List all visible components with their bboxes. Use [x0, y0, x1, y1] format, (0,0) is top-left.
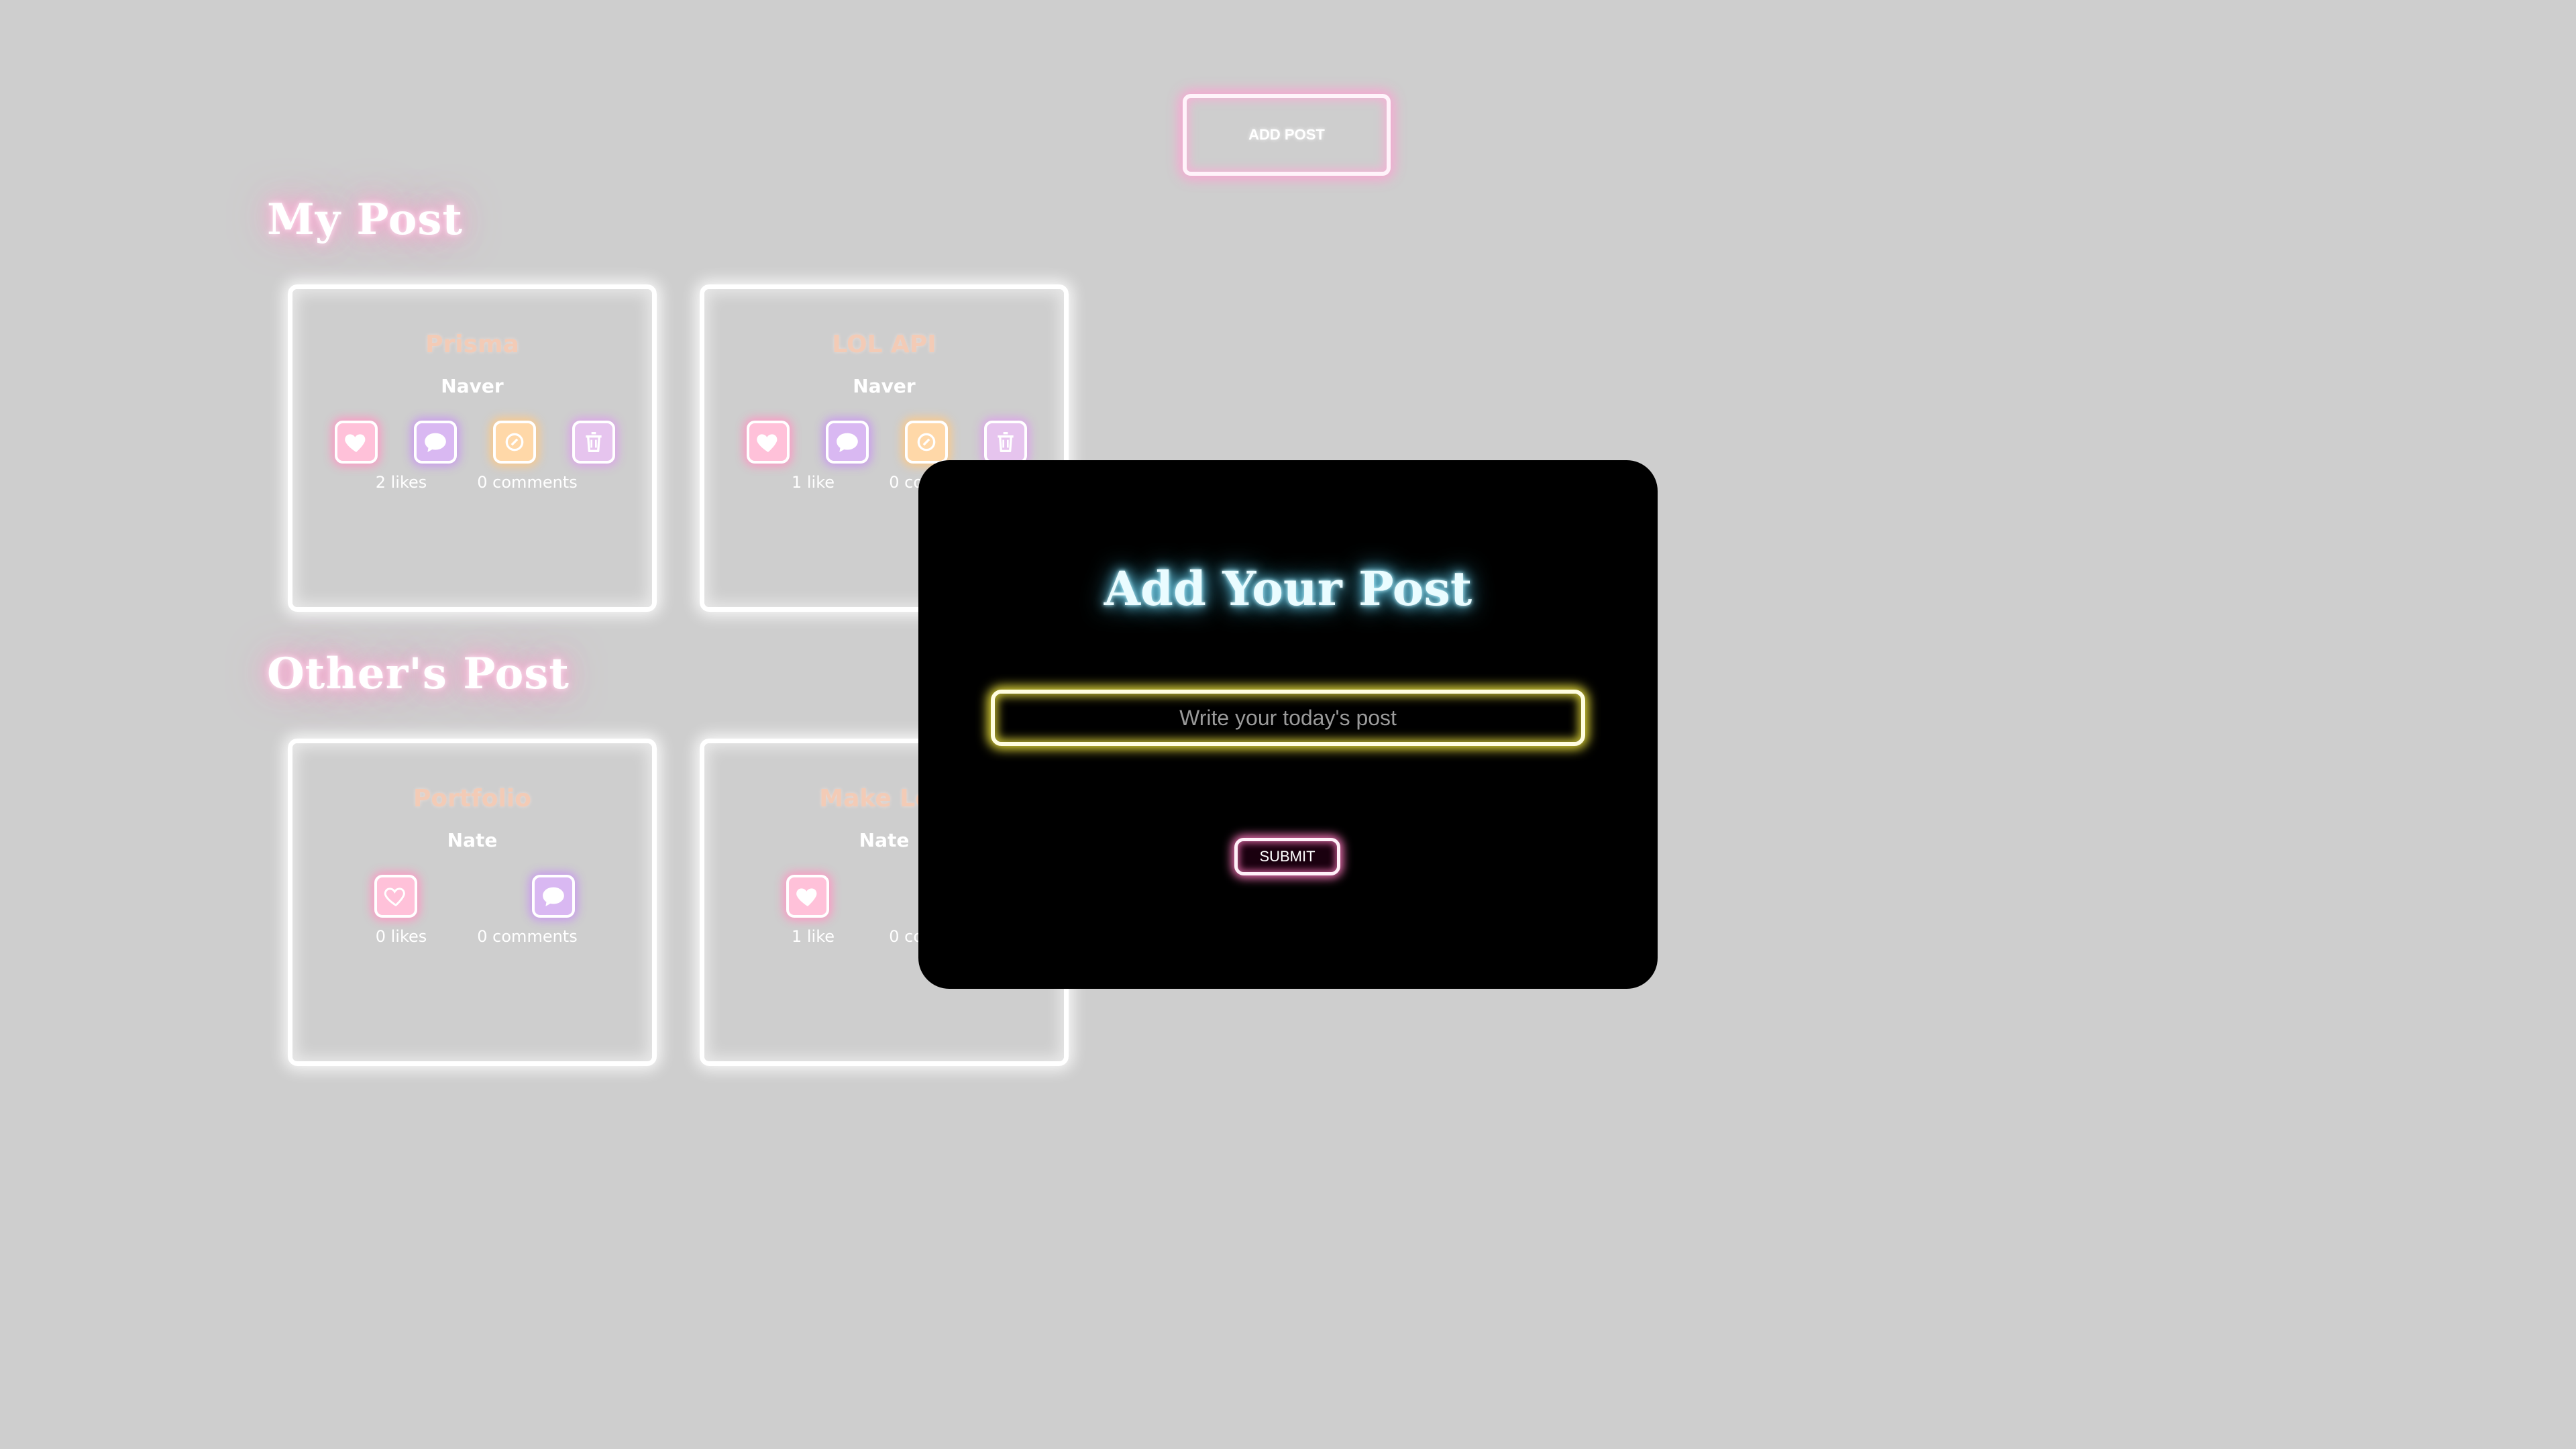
like-count: 2 likes	[375, 473, 427, 492]
heart-outline-icon	[384, 888, 405, 907]
edit-button[interactable]	[493, 421, 536, 464]
delete-button[interactable]	[572, 421, 615, 464]
submit-button[interactable]: SUBMIT	[1234, 838, 1340, 875]
trash-icon	[586, 432, 602, 452]
comment-count: 0 comments	[477, 927, 578, 946]
like-count: 0 likes	[375, 927, 427, 946]
post-card: Portfolio Nate 0 likes 0 comments	[288, 739, 657, 1066]
like-button[interactable]	[786, 875, 829, 918]
trash-icon	[998, 432, 1014, 452]
page: ADD POST My Post Prisma Naver 2 likes 0 …	[0, 0, 2576, 1449]
heart-icon	[345, 434, 366, 452]
comment-button[interactable]	[826, 421, 869, 464]
like-button[interactable]	[335, 421, 378, 464]
comment-button[interactable]	[414, 421, 457, 464]
comment-icon	[425, 433, 446, 452]
my-post-heading: My Post	[267, 195, 463, 245]
comment-button[interactable]	[532, 875, 575, 918]
others-post-heading: Other's Post	[267, 649, 570, 699]
heart-icon	[796, 888, 817, 906]
edit-button[interactable]	[905, 421, 948, 464]
edit-icon	[917, 433, 936, 451]
add-post-modal: Add Your Post SUBMIT	[918, 460, 1658, 989]
post-author: Naver	[441, 375, 504, 397]
post-input[interactable]	[991, 690, 1585, 746]
heart-icon	[757, 434, 777, 452]
edit-icon	[505, 433, 524, 451]
post-author: Naver	[853, 375, 916, 397]
like-button[interactable]	[747, 421, 790, 464]
post-card: Prisma Naver 2 likes 0 comments	[288, 284, 657, 612]
post-title: Portfolio	[413, 785, 531, 812]
delete-button[interactable]	[984, 421, 1027, 464]
modal-title: Add Your Post	[1104, 561, 1472, 616]
comment-icon	[543, 887, 564, 906]
like-count: 1 like	[791, 927, 835, 946]
like-count: 1 like	[791, 473, 835, 492]
add-post-button[interactable]: ADD POST	[1183, 94, 1391, 176]
comment-icon	[837, 433, 858, 452]
post-title: LOL API	[832, 331, 936, 358]
post-author: Nate	[447, 829, 498, 851]
like-button[interactable]	[374, 875, 417, 918]
comment-count: 0 comments	[477, 473, 578, 492]
post-title: Prisma	[425, 331, 519, 358]
